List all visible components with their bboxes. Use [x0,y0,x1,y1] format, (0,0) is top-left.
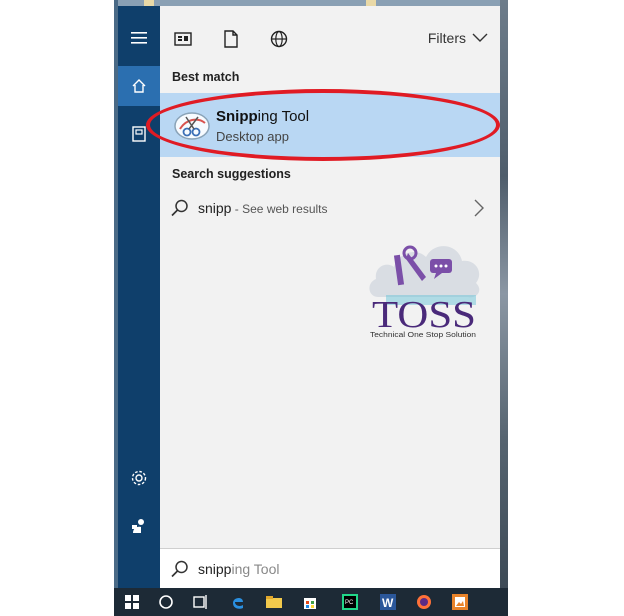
filters-dropdown[interactable]: Filters [428,30,488,46]
pycharm-icon: PC [342,594,358,610]
search-autocomplete-text: ing Tool [231,561,280,577]
apps-filter-button[interactable] [172,28,194,50]
notebook-icon [132,126,146,142]
photos-icon [452,594,468,610]
documents-filter-button[interactable] [220,28,242,50]
word-icon: W [380,594,396,610]
suggestion-suffix: - See web results [231,202,328,216]
search-icon [171,199,188,217]
logo-tagline: Technical One Stop Solution [370,332,476,339]
best-match-heading: Best match [172,70,240,84]
photos-button[interactable] [450,592,470,612]
pycharm-button[interactable]: PC [340,592,360,612]
documents-icon [224,30,238,48]
store-button[interactable] [300,592,320,612]
filter-toolbar: Filters [160,18,500,58]
start-button[interactable] [122,592,142,612]
suggestion-text: snipp - See web results [198,200,328,216]
apps-icon [174,32,192,46]
settings-icon [131,470,147,486]
suggestion-query: snipp [198,200,232,216]
home-icon [132,79,146,93]
search-typed-text: snipp [198,561,232,577]
desktop-right-edge [500,0,508,588]
chevron-down-icon [472,33,488,42]
logo-text: TOSS [372,294,476,336]
windows-start-icon [125,595,139,609]
sidebar-rail [118,6,160,588]
firefox-button[interactable] [414,592,434,612]
web-icon [270,30,288,48]
web-filter-button[interactable] [268,28,290,50]
search-icon [171,560,188,578]
toss-logo: TOSS Technical One Stop Solution [369,245,480,339]
svg-text:PC: PC [345,600,354,606]
chevron-right-icon [474,199,484,217]
file-explorer-button[interactable] [264,592,284,612]
word-button[interactable]: W [378,592,398,612]
search-input[interactable]: snipping Tool [198,561,279,577]
hamburger-button[interactable] [118,18,160,58]
settings-button[interactable] [118,458,160,498]
feedback-button[interactable] [118,506,160,546]
search-suggestions-heading: Search suggestions [172,167,291,181]
svg-text:W: W [382,596,394,610]
taskbar: PC W [114,588,508,616]
feedback-icon [132,519,144,533]
edge-icon [233,597,243,609]
firefox-icon [417,595,431,609]
task-view-icon [193,595,207,609]
cortana-icon [159,595,173,609]
task-view-button[interactable] [190,592,210,612]
highlight-ellipse [146,89,500,161]
file-explorer-icon [266,596,282,608]
home-button[interactable] [118,66,160,106]
hamburger-icon [131,32,147,44]
web-suggestion-item[interactable]: snipp - See web results [160,194,500,224]
filters-label: Filters [427,30,466,46]
search-box[interactable]: snipping Tool [160,548,500,588]
store-icon [304,598,316,609]
edge-button[interactable] [228,592,248,612]
cortana-button[interactable] [156,592,176,612]
